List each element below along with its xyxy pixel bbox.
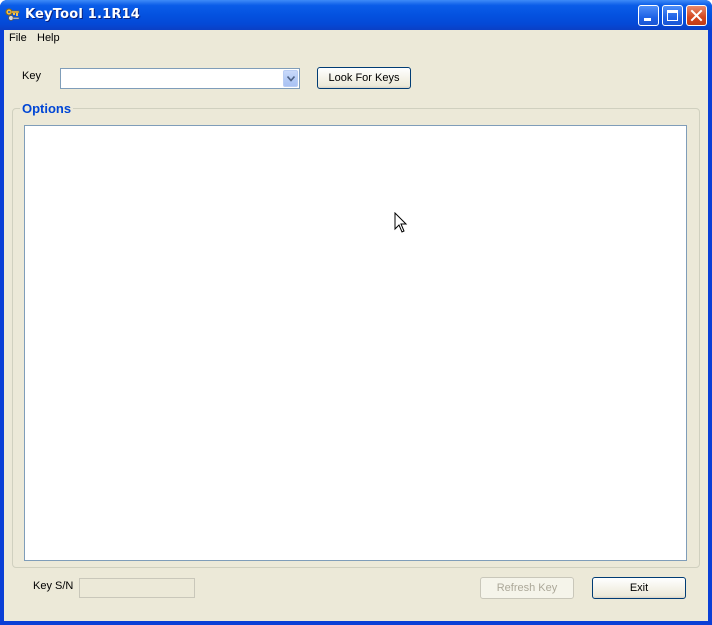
key-sn-field: [79, 578, 195, 598]
look-for-keys-button[interactable]: Look For Keys: [317, 67, 411, 89]
options-panel[interactable]: [24, 125, 687, 561]
close-button[interactable]: [686, 5, 707, 26]
options-title: Options: [20, 101, 74, 116]
window-title: KeyTool 1.1R14: [25, 7, 141, 22]
maximize-icon: [667, 10, 678, 21]
title-bar[interactable]: KeyTool 1.1R14: [0, 0, 712, 30]
mouse-cursor-icon: [394, 211, 408, 239]
menu-file[interactable]: File: [9, 32, 27, 44]
keys-icon: [5, 7, 21, 23]
refresh-key-button[interactable]: Refresh Key: [480, 577, 574, 599]
key-label: Key: [22, 70, 41, 82]
menu-help[interactable]: Help: [37, 32, 60, 44]
client-area: File Help Key Look For Keys Options Key …: [4, 30, 708, 621]
minimize-button[interactable]: [638, 5, 659, 26]
app-window: KeyTool 1.1R14 File Help Key Look For Ke…: [0, 0, 712, 625]
minimize-icon: [644, 18, 651, 21]
combobox-dropdown-button[interactable]: [283, 70, 298, 87]
close-icon: [687, 6, 706, 25]
menu-bar: File Help: [4, 30, 708, 49]
chevron-down-icon: [287, 76, 295, 82]
exit-button[interactable]: Exit: [592, 577, 686, 599]
maximize-button[interactable]: [662, 5, 683, 26]
key-sn-label: Key S/N: [33, 580, 74, 592]
key-combobox[interactable]: [60, 68, 300, 89]
